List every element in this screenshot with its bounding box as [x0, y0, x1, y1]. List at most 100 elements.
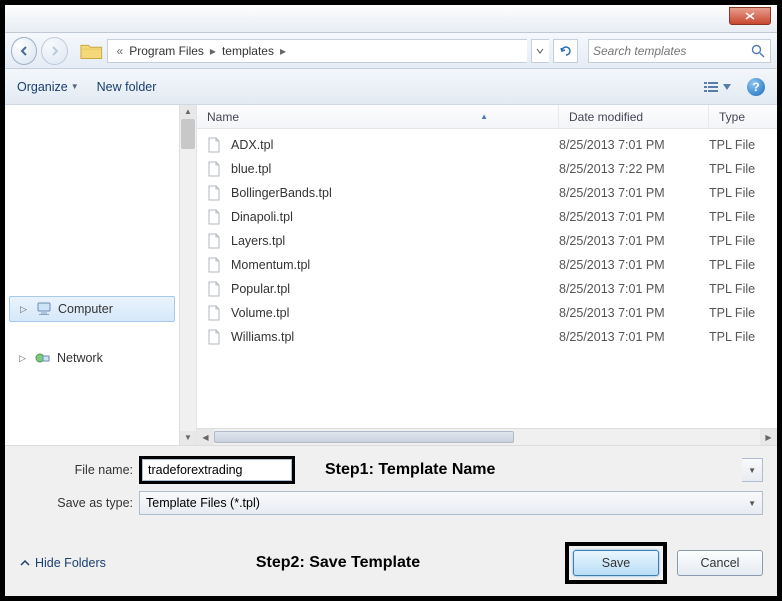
new-folder-label: New folder: [97, 80, 157, 94]
breadcrumb-segment[interactable]: Program Files: [126, 44, 207, 58]
scroll-thumb[interactable]: [181, 119, 195, 149]
close-icon: [745, 12, 755, 20]
file-name-label: File name:: [19, 463, 139, 477]
chevron-down-icon: ▼: [748, 466, 756, 475]
help-button[interactable]: ?: [747, 78, 765, 96]
tree-item-computer[interactable]: ▷ Computer: [9, 296, 175, 322]
file-date: 8/25/2013 7:01 PM: [559, 282, 709, 296]
folder-icon: [80, 41, 103, 61]
navigation-bar: « Program Files ▸ templates ▸: [5, 33, 777, 69]
file-row[interactable]: Williams.tpl8/25/2013 7:01 PMTPL File: [197, 325, 777, 349]
computer-icon: [36, 301, 52, 317]
sort-asc-icon: ▲: [480, 112, 488, 121]
arrow-right-icon: [49, 45, 61, 57]
close-button[interactable]: [729, 7, 771, 25]
sidebar-scrollbar[interactable]: ▲ ▼: [179, 105, 196, 445]
file-date: 8/25/2013 7:01 PM: [559, 258, 709, 272]
scroll-down-icon[interactable]: ▼: [180, 431, 196, 445]
file-date: 8/25/2013 7:22 PM: [559, 162, 709, 176]
organize-menu[interactable]: Organize ▼: [17, 80, 79, 94]
search-box[interactable]: [588, 39, 771, 63]
search-input[interactable]: [593, 44, 750, 58]
scroll-right-icon[interactable]: ▶: [760, 429, 777, 445]
chevron-left-icon: «: [114, 44, 127, 58]
breadcrumb-segment[interactable]: templates: [219, 44, 277, 58]
file-row[interactable]: ADX.tpl8/25/2013 7:01 PMTPL File: [197, 133, 777, 157]
file-icon: [207, 137, 221, 153]
file-date: 8/25/2013 7:01 PM: [559, 234, 709, 248]
horizontal-scrollbar[interactable]: ◀ ▶: [197, 428, 777, 445]
file-row[interactable]: Dinapoli.tpl8/25/2013 7:01 PMTPL File: [197, 205, 777, 229]
refresh-icon: [559, 44, 573, 58]
nav-back-button[interactable]: [11, 37, 37, 65]
refresh-button[interactable]: [553, 39, 578, 63]
view-options-button[interactable]: [701, 77, 733, 97]
file-name: Momentum.tpl: [231, 258, 559, 272]
file-row[interactable]: BollingerBands.tpl8/25/2013 7:01 PMTPL F…: [197, 181, 777, 205]
bottom-panel: File name: Step1: Template Name ▼ Save a…: [5, 445, 777, 596]
tree-item-network[interactable]: ▷ Network: [5, 346, 179, 370]
file-date: 8/25/2013 7:01 PM: [559, 330, 709, 344]
dialog-body: ▷ Computer ▷ Network: [5, 105, 777, 445]
tree-expand-icon: ▷: [20, 304, 30, 315]
file-list: ADX.tpl8/25/2013 7:01 PMTPL Fileblue.tpl…: [197, 129, 777, 428]
save-type-value: Template Files (*.tpl): [146, 496, 260, 510]
save-button[interactable]: Save: [573, 550, 659, 576]
file-row[interactable]: blue.tpl8/25/2013 7:22 PMTPL File: [197, 157, 777, 181]
search-icon: [750, 43, 766, 59]
file-row[interactable]: Volume.tpl8/25/2013 7:01 PMTPL File: [197, 301, 777, 325]
column-date-label: Date modified: [569, 110, 643, 124]
hide-folders-toggle[interactable]: Hide Folders: [19, 556, 106, 570]
file-icon: [207, 281, 221, 297]
file-row[interactable]: Popular.tpl8/25/2013 7:01 PMTPL File: [197, 277, 777, 301]
chevron-down-icon: [536, 47, 544, 55]
nav-tree: ▷ Computer ▷ Network: [5, 105, 179, 445]
column-type-label: Type: [719, 110, 745, 124]
breadcrumb-dropdown[interactable]: [531, 39, 550, 63]
file-name: Williams.tpl: [231, 330, 559, 344]
save-type-combo[interactable]: Template Files (*.tpl) ▼: [139, 491, 763, 515]
chevron-down-icon: ▼: [71, 82, 79, 91]
organize-label: Organize: [17, 80, 68, 94]
scroll-left-icon[interactable]: ◀: [197, 429, 214, 445]
file-type: TPL File: [709, 282, 777, 296]
column-date[interactable]: Date modified: [559, 105, 709, 128]
file-icon: [207, 161, 221, 177]
filename-history-dropdown[interactable]: ▼: [742, 458, 763, 482]
file-name: ADX.tpl: [231, 138, 559, 152]
save-type-label: Save as type:: [19, 496, 139, 510]
nav-forward-button[interactable]: [41, 37, 67, 65]
file-type: TPL File: [709, 234, 777, 248]
filename-highlight: [139, 456, 295, 484]
arrow-left-icon: [18, 45, 30, 57]
file-type: TPL File: [709, 186, 777, 200]
chevron-right-icon: ▸: [277, 44, 289, 58]
hide-folders-label: Hide Folders: [35, 556, 106, 570]
file-row[interactable]: Layers.tpl8/25/2013 7:01 PMTPL File: [197, 229, 777, 253]
toolbar: Organize ▼ New folder ?: [5, 69, 777, 105]
file-row[interactable]: Momentum.tpl8/25/2013 7:01 PMTPL File: [197, 253, 777, 277]
scroll-thumb[interactable]: [214, 431, 514, 443]
column-name[interactable]: Name ▲: [197, 105, 559, 128]
file-type: TPL File: [709, 210, 777, 224]
cancel-button[interactable]: Cancel: [677, 550, 763, 576]
chevron-right-icon: ▸: [207, 44, 219, 58]
file-name: blue.tpl: [231, 162, 559, 176]
chevron-down-icon: ▼: [748, 499, 756, 508]
file-icon: [207, 233, 221, 249]
tree-item-label: Network: [57, 351, 103, 365]
file-name-input[interactable]: [142, 459, 292, 481]
file-date: 8/25/2013 7:01 PM: [559, 186, 709, 200]
column-name-label: Name: [207, 110, 239, 124]
file-type: TPL File: [709, 162, 777, 176]
file-name: Layers.tpl: [231, 234, 559, 248]
breadcrumb[interactable]: « Program Files ▸ templates ▸: [107, 39, 527, 63]
file-icon: [207, 185, 221, 201]
scroll-up-icon[interactable]: ▲: [180, 105, 196, 119]
file-name: Popular.tpl: [231, 282, 559, 296]
file-type: TPL File: [709, 306, 777, 320]
sidebar: ▷ Computer ▷ Network: [5, 105, 197, 445]
column-type[interactable]: Type: [709, 105, 777, 128]
file-type: TPL File: [709, 138, 777, 152]
new-folder-button[interactable]: New folder: [97, 80, 157, 94]
